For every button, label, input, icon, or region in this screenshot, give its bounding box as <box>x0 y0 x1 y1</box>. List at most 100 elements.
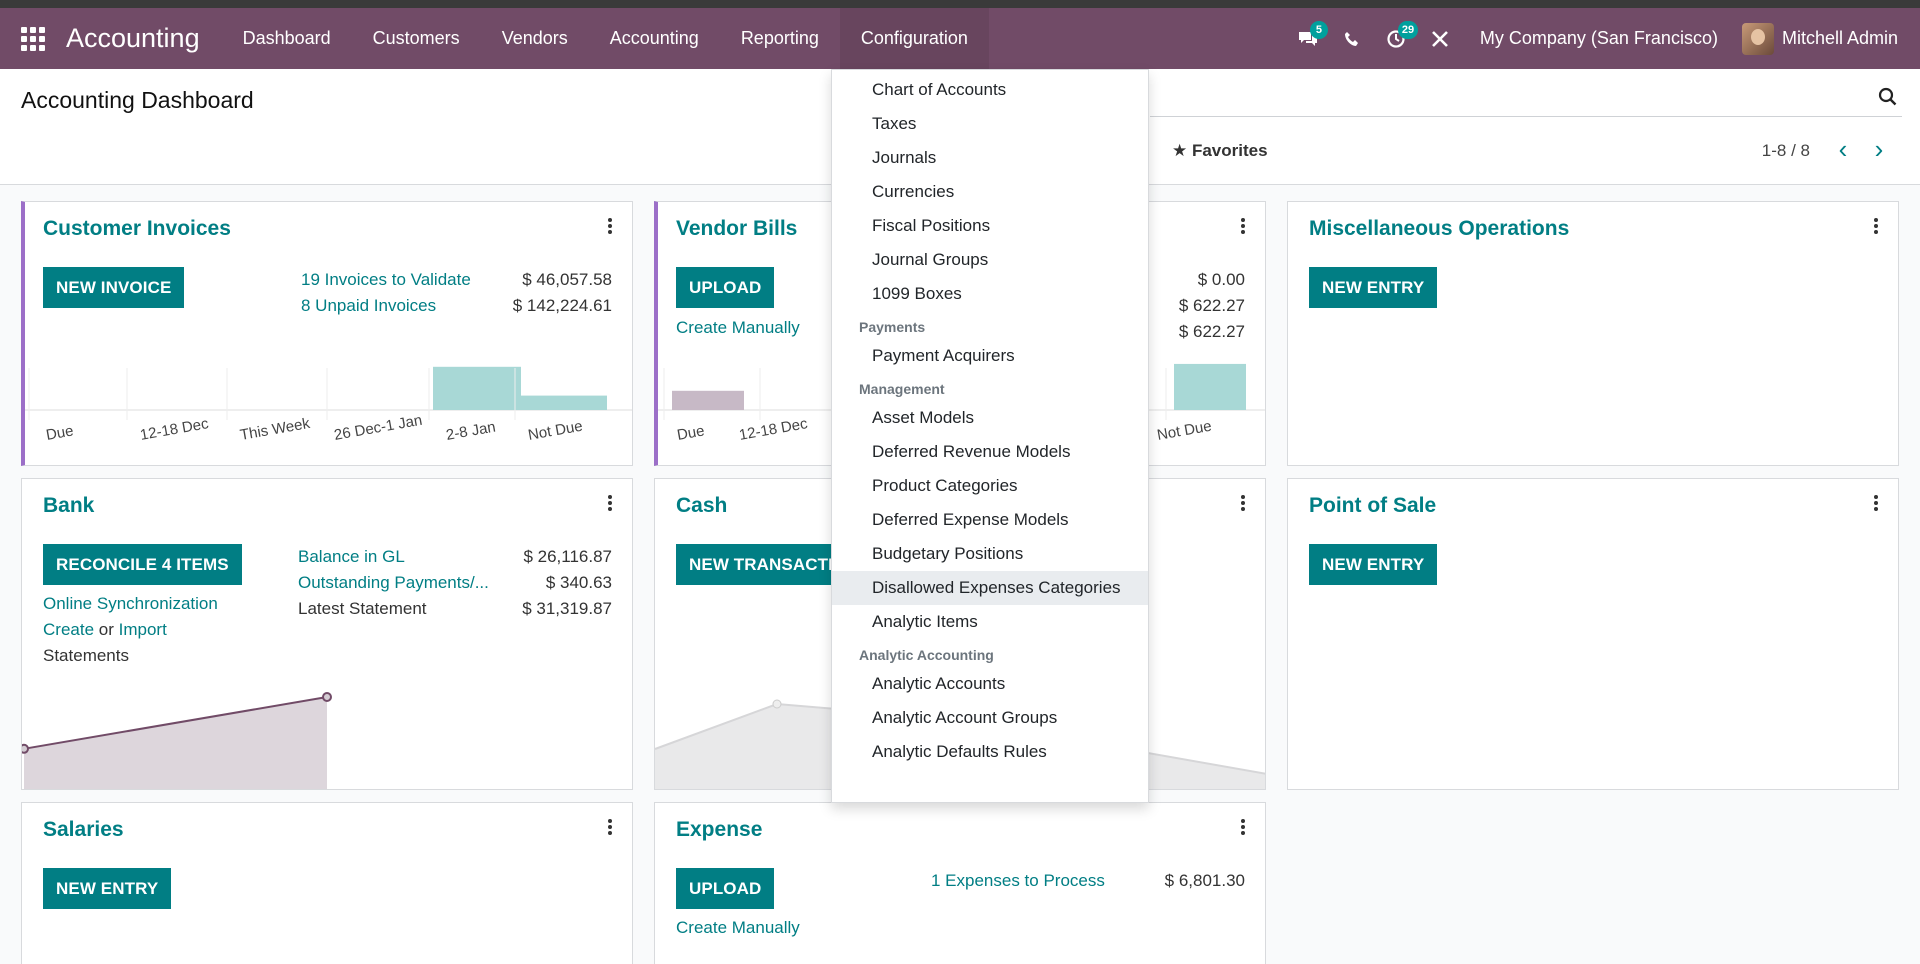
menu-item-payment-acquirers[interactable]: Payment Acquirers <box>832 339 1148 373</box>
card-title[interactable]: Vendor Bills <box>676 217 797 241</box>
chart-bar-due[interactable] <box>672 390 744 410</box>
window-top-strip <box>0 0 1920 8</box>
upload-bill-button[interactable]: UPLOAD <box>676 267 775 308</box>
menu-configuration[interactable]: Configuration <box>839 8 989 69</box>
voip-button[interactable] <box>1330 8 1374 69</box>
balance-gl-amount: $ 26,116.87 <box>523 547 612 566</box>
search-input[interactable] <box>1150 116 1902 117</box>
menu-item-analytic-items[interactable]: Analytic Items <box>832 605 1148 639</box>
kebab-menu-icon[interactable] <box>1874 218 1878 234</box>
chart-bar-not-due[interactable] <box>519 395 607 410</box>
menu-section-analytic-accounting: Analytic Accounting <box>859 647 994 663</box>
reconcile-button[interactable]: RECONCILE 4 ITEMS <box>43 544 242 585</box>
menu-item-asset-models[interactable]: Asset Models <box>832 401 1148 435</box>
create-link[interactable]: Create <box>43 620 94 639</box>
bills-amount-1: $ 0.00 <box>1197 270 1245 289</box>
kebab-menu-icon[interactable] <box>608 495 612 511</box>
import-link[interactable]: Import <box>119 620 167 639</box>
chart-bar-not-due[interactable] <box>1174 363 1246 410</box>
kebab-menu-icon[interactable] <box>608 218 612 234</box>
balance-gl-link[interactable]: Balance in GL <box>298 547 405 567</box>
card-point-of-sale: Point of Sale NEW ENTRY <box>1287 478 1899 790</box>
chart-point[interactable] <box>322 692 332 702</box>
messages-button[interactable]: 5 <box>1286 8 1330 69</box>
menu-item-journal-groups[interactable]: Journal Groups <box>832 243 1148 277</box>
app-name[interactable]: Accounting <box>66 23 200 54</box>
menu-item-disallowed-expenses-categories[interactable]: Disallowed Expenses Categories <box>832 571 1148 605</box>
menu-reporting[interactable]: Reporting <box>720 8 840 69</box>
expenses-to-process-link[interactable]: 1 Expenses to Process <box>931 871 1105 891</box>
chart-tick-label: Not Due <box>1156 418 1213 444</box>
phone-icon <box>1344 31 1358 46</box>
menu-accounting[interactable]: Accounting <box>589 8 720 69</box>
pager-next-button[interactable]: › <box>1868 134 1890 164</box>
menu-item-journals[interactable]: Journals <box>832 141 1148 175</box>
debug-tools-button[interactable] <box>1418 8 1462 69</box>
card-title[interactable]: Miscellaneous Operations <box>1309 217 1569 241</box>
configuration-dropdown-menu: Chart of Accounts Taxes Journals Currencies… <box>831 69 1149 803</box>
card-expense: Expense UPLOAD Create Manually 1 Expense… <box>654 802 1266 964</box>
card-bank: Bank RECONCILE 4 ITEMS Online Synchroniz… <box>21 478 633 790</box>
new-entry-button[interactable]: NEW ENTRY <box>1309 267 1438 308</box>
kebab-menu-icon[interactable] <box>1241 819 1245 835</box>
menu-item-chart-of-accounts[interactable]: Chart of Accounts <box>832 73 1148 107</box>
kebab-menu-icon[interactable] <box>1241 218 1245 234</box>
apps-grid-icon <box>21 26 45 51</box>
menu-customers[interactable]: Customers <box>352 8 481 69</box>
unpaid-invoices-link[interactable]: 8 Unpaid Invoices <box>301 296 436 316</box>
menu-item-currencies[interactable]: Currencies <box>832 175 1148 209</box>
latest-statement-label: Latest Statement <box>298 599 427 618</box>
kebab-menu-icon[interactable] <box>1874 495 1878 511</box>
card-title[interactable]: Bank <box>43 494 94 518</box>
favorites-menu[interactable]: ★ Favorites <box>1172 141 1268 161</box>
menu-item-budgetary-positions[interactable]: Budgetary Positions <box>832 537 1148 571</box>
chart-bar-2-8-jan[interactable] <box>433 366 521 410</box>
menu-item-deferred-revenue-models[interactable]: Deferred Revenue Models <box>832 435 1148 469</box>
chart-tick-label: 12-18 Dec <box>139 415 211 444</box>
activities-button[interactable]: 29 <box>1374 8 1419 69</box>
menu-item-1099-boxes[interactable]: 1099 Boxes <box>832 277 1148 311</box>
outstanding-payments-amount: $ 340.63 <box>545 573 612 592</box>
online-sync-link[interactable]: Online Synchronization <box>43 594 218 614</box>
pager-value[interactable]: 1-8 / 8 <box>1762 141 1810 161</box>
menu-item-analytic-account-groups[interactable]: Analytic Account Groups <box>832 701 1148 735</box>
chart-point[interactable] <box>22 743 29 754</box>
apps-menu-button[interactable] <box>0 8 66 69</box>
chart-tick-label: Due <box>45 422 75 444</box>
card-title[interactable]: Customer Invoices <box>43 217 231 241</box>
invoices-to-validate-link[interactable]: 19 Invoices to Validate <box>301 270 471 290</box>
create-manually-link[interactable]: Create Manually <box>676 918 800 938</box>
company-switcher[interactable]: My Company (San Francisco) <box>1462 28 1742 49</box>
menu-section-management: Management <box>859 381 945 397</box>
kebab-menu-icon[interactable] <box>1241 495 1245 511</box>
menu-vendors[interactable]: Vendors <box>481 8 589 69</box>
new-entry-button[interactable]: NEW ENTRY <box>43 868 172 909</box>
user-menu[interactable]: Mitchell Admin <box>1741 22 1920 55</box>
new-entry-button[interactable]: NEW ENTRY <box>1309 544 1438 585</box>
menu-item-taxes[interactable]: Taxes <box>832 107 1148 141</box>
menu-item-product-categories[interactable]: Product Categories <box>832 469 1148 503</box>
search-icon[interactable] <box>1878 87 1898 107</box>
or-text: or <box>98 620 114 639</box>
bank-balance-chart[interactable] <box>22 679 633 790</box>
menu-item-deferred-expense-models[interactable]: Deferred Expense Models <box>832 503 1148 537</box>
upload-expense-button[interactable]: UPLOAD <box>676 868 775 909</box>
menu-item-analytic-accounts[interactable]: Analytic Accounts <box>832 667 1148 701</box>
new-invoice-button[interactable]: NEW INVOICE <box>43 267 185 308</box>
kebab-menu-icon[interactable] <box>608 819 612 835</box>
menu-item-fiscal-positions[interactable]: Fiscal Positions <box>832 209 1148 243</box>
card-title[interactable]: Point of Sale <box>1309 494 1436 518</box>
chart-tick-label: Not Due <box>527 418 584 444</box>
card-title[interactable]: Expense <box>676 818 762 842</box>
outstanding-payments-link[interactable]: Outstanding Payments/... <box>298 573 489 593</box>
chart-area <box>24 697 327 789</box>
create-import-line: Create or Import <box>43 620 167 640</box>
menu-dashboard[interactable]: Dashboard <box>222 8 352 69</box>
card-title[interactable]: Cash <box>676 494 727 518</box>
menu-item-analytic-defaults-rules[interactable]: Analytic Defaults Rules <box>832 735 1148 769</box>
invoices-bar-chart[interactable]: Due 12-18 Dec This Week 26 Dec-1 Jan 2-8 Jan… <box>25 360 633 466</box>
pager-previous-button[interactable]: ‹ <box>1832 134 1854 164</box>
create-manually-link[interactable]: Create Manually <box>676 318 800 338</box>
card-title[interactable]: Salaries <box>43 818 124 842</box>
chart-point <box>772 699 782 709</box>
